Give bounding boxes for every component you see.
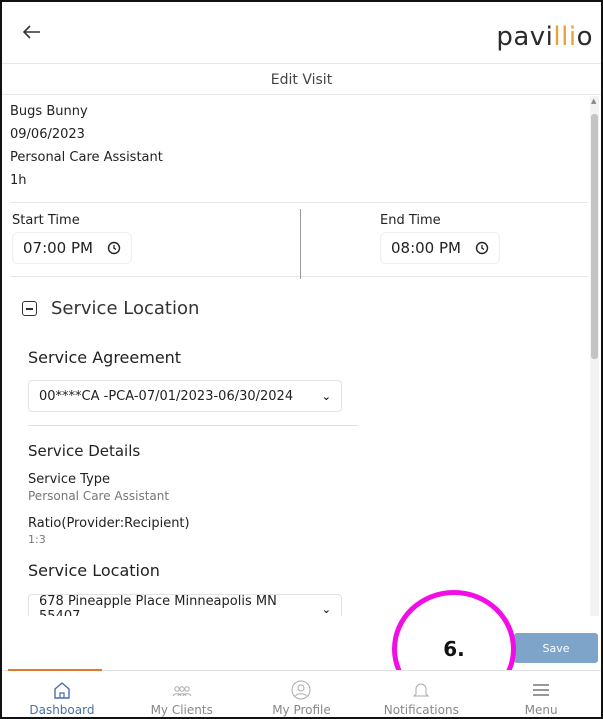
time-fields: Start Time 07:00 PM End Time 08:00 PM [10,202,588,279]
scroll-thumb[interactable] [591,114,598,359]
chevron-down-icon: ⌄ [321,389,331,403]
clock-icon[interactable] [475,241,489,255]
nav-dashboard[interactable]: Dashboard [2,669,122,717]
service-agreement-label: Service Agreement [28,348,182,367]
end-time-block: End Time 08:00 PM [380,213,500,264]
pavillio-logo: pavillio [496,22,593,52]
ratio-value: 1:3 [28,533,46,546]
save-button[interactable]: Save [514,633,598,663]
home-icon [54,682,70,699]
time-divider [300,209,301,279]
divider [28,425,358,426]
start-time-input[interactable]: 07:00 PM [12,232,132,264]
clock-icon[interactable] [107,241,121,255]
start-time-block: Start Time 07:00 PM [12,213,132,264]
app-header: pavillio [2,2,601,64]
service-details-label: Service Details [28,442,141,460]
service-location-select[interactable]: 678 Pineapple Place Minneapolis MN 55407… [28,594,342,616]
start-time-label: Start Time [12,213,80,228]
visit-duration: 1h [10,173,27,188]
start-time-value: 07:00 PM [23,239,93,257]
service-location-label: Service Location [28,561,160,580]
visit-date: 09/06/2023 [10,127,85,142]
end-time-label: End Time [380,213,441,228]
chevron-down-icon: ⌄ [321,602,331,616]
service-location-value: 678 Pineapple Place Minneapolis MN 55407 [39,594,277,616]
end-time-value: 08:00 PM [391,239,461,257]
nav-menu[interactable]: Menu [481,671,601,717]
service-location-toggle[interactable]: Service Location [22,298,199,319]
client-name: Bugs Bunny [10,104,88,119]
nav-label: My Clients [150,703,213,717]
bell-icon [413,683,430,697]
back-arrow-icon[interactable] [20,20,44,44]
nav-label: Menu [524,703,558,717]
menu-icon [533,684,550,696]
section-title: Service Location [51,298,200,319]
service-agreement-value: 00****CA -PCA-07/01/2023-06/30/2024 [39,388,294,404]
step-number: 6. [443,637,465,661]
scroll-up-icon[interactable]: ▲ [591,97,596,105]
visit-service: Personal Care Assistant [10,150,163,165]
nav-label: My Profile [272,703,331,717]
nav-notifications[interactable]: Notifications [361,671,481,717]
page-title: Edit Visit [2,65,601,95]
scrollbar[interactable]: ▲ [590,96,599,616]
app-frame: pavillio Edit Visit Bugs Bunny 09/06/202… [0,0,603,719]
end-time-input[interactable]: 08:00 PM [380,232,500,264]
visit-info: Bugs Bunny 09/06/2023 Personal Care Assi… [10,100,163,192]
ratio-label: Ratio(Provider:Recipient) [28,516,190,531]
service-type-value: Personal Care Assistant [28,489,170,503]
nav-my-clients[interactable]: My Clients [122,671,242,717]
profile-icon [291,680,311,700]
service-type-label: Service Type [28,472,111,487]
edit-visit-content: Bugs Bunny 09/06/2023 Personal Care Assi… [2,96,592,616]
clients-icon [172,686,192,697]
collapse-icon[interactable] [22,301,37,316]
service-agreement-select[interactable]: 00****CA -PCA-07/01/2023-06/30/2024 ⌄ [28,380,342,412]
nav-label: Notifications [383,703,459,717]
nav-label: Dashboard [29,703,95,717]
bottom-nav: Dashboard My Clients My Profile Notifica… [2,669,601,717]
nav-my-profile[interactable]: My Profile [242,671,362,717]
